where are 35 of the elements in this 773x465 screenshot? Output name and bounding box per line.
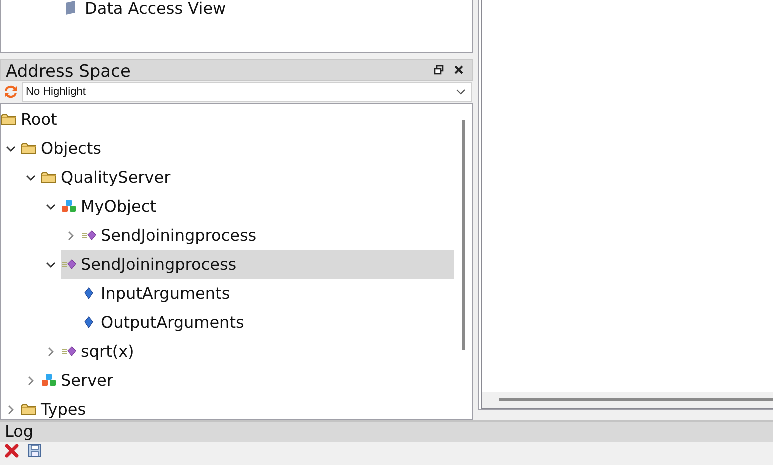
- refresh-icon[interactable]: [3, 84, 19, 100]
- folder-icon: [21, 402, 37, 418]
- cubes-icon: [41, 372, 57, 388]
- tree-item[interactable]: InputArguments: [81, 279, 234, 308]
- folder-icon: [1, 112, 17, 128]
- tree-item[interactable]: Types: [21, 395, 90, 419]
- cubes-icon: [61, 198, 77, 214]
- chevron-down-icon[interactable]: [46, 202, 56, 212]
- tree-item[interactable]: Objects: [21, 134, 106, 163]
- scrollbar[interactable]: [481, 392, 773, 409]
- chevron-down-icon[interactable]: [6, 144, 16, 154]
- highlight-dropdown[interactable]: No Highlight: [22, 82, 472, 102]
- chevron-right-icon[interactable]: [66, 230, 76, 240]
- close-icon[interactable]: [454, 65, 464, 75]
- chevron-down-icon[interactable]: [46, 260, 56, 270]
- chevron-right-icon[interactable]: [46, 346, 56, 356]
- panel-title: Log: [4, 422, 34, 442]
- save-icon[interactable]: [28, 444, 42, 458]
- caret-icon: [456, 89, 466, 95]
- tree-item[interactable]: OutputArguments: [81, 308, 248, 337]
- tree-item[interactable]: Root: [1, 105, 62, 134]
- restore-icon[interactable]: [434, 65, 444, 75]
- tree-item[interactable]: sqrt(x): [61, 337, 138, 366]
- tree-item[interactable]: SendJoiningprocess: [61, 250, 454, 279]
- tree-item[interactable]: SendJoiningprocess: [81, 221, 261, 250]
- folder-icon: [21, 140, 37, 156]
- tree-item[interactable]: MyObject: [61, 192, 160, 221]
- chevron-right-icon[interactable]: [26, 376, 36, 386]
- chevron-right-icon[interactable]: [6, 404, 16, 414]
- delete-icon[interactable]: [5, 444, 19, 458]
- folder-icon: [41, 170, 57, 186]
- tree-item[interactable]: QualityServer: [41, 163, 175, 192]
- chevron-down-icon[interactable]: [26, 172, 36, 182]
- tree-item[interactable]: Data Access View: [85, 0, 226, 18]
- tree-item[interactable]: Server: [41, 366, 118, 395]
